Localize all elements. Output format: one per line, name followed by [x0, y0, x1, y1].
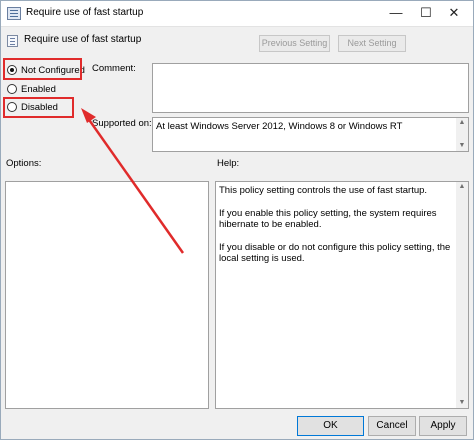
policy-dialog: Require use of fast startup — ☐ ✕ Requir… — [0, 0, 474, 440]
arrowhead-icon — [81, 108, 96, 123]
annotation-arrow — [81, 108, 185, 254]
